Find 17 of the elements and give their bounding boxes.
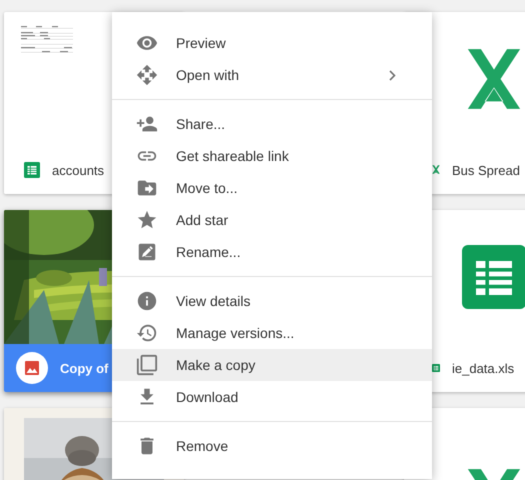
file-name: Copy of [60,360,108,376]
pencil-square-icon [136,241,158,263]
spreadsheet-icon [24,162,40,178]
history-icon [136,322,158,344]
file-name: ie_data.xls [452,360,514,376]
menu-item[interactable]: Remove [112,430,432,462]
chevron-right-icon [389,70,396,80]
four-arrows-icon [136,64,158,86]
file-name: accounts [52,162,104,178]
copy-icon [136,354,158,376]
info-icon [136,290,158,312]
star-icon [136,209,158,231]
file-name: Bus Spread [452,162,520,178]
excel-logo-icon [466,48,522,110]
image-file-icon [16,352,48,384]
menu-item[interactable]: Make a copy [112,349,432,381]
spreadsheet-logo-icon [462,245,525,309]
